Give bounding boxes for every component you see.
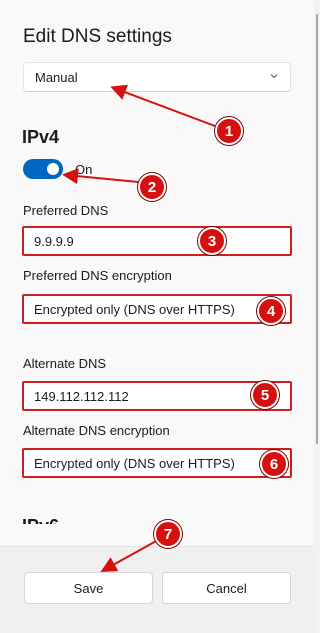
save-button[interactable]: Save bbox=[24, 572, 153, 604]
alternate-encryption-select[interactable]: Encrypted only (DNS over HTTPS) bbox=[22, 448, 292, 478]
annotation-badge-3: 3 bbox=[198, 227, 226, 255]
annotation-badge-6: 6 bbox=[260, 450, 288, 478]
ipv4-heading: IPv4 bbox=[22, 127, 60, 147]
dns-mode-value: Manual bbox=[35, 69, 78, 85]
annotation-badge-7: 7 bbox=[154, 520, 182, 548]
toggle-knob bbox=[47, 163, 59, 175]
cancel-button[interactable]: Cancel bbox=[162, 572, 291, 604]
dns-mode-select[interactable]: Manual bbox=[23, 62, 291, 92]
preferred-dns-input[interactable]: 9.9.9.9 bbox=[22, 226, 292, 256]
annotation-badge-1: 1 bbox=[215, 117, 243, 145]
ipv6-heading: IPv6 bbox=[22, 514, 59, 524]
dialog-title: Edit DNS settings bbox=[23, 26, 172, 47]
scrollbar[interactable] bbox=[314, 0, 320, 632]
annotation-badge-2: 2 bbox=[138, 173, 166, 201]
preferred-dns-label: Preferred DNS bbox=[23, 203, 109, 218]
alternate-encryption-label: Alternate DNS encryption bbox=[23, 423, 170, 438]
annotation-badge-5: 5 bbox=[251, 381, 279, 409]
ipv4-toggle-state: On bbox=[75, 162, 93, 177]
preferred-encryption-select[interactable]: Encrypted only (DNS over HTTPS) bbox=[22, 294, 292, 324]
annotation-badge-4: 4 bbox=[257, 297, 285, 325]
scrollbar-thumb[interactable] bbox=[316, 14, 318, 444]
chevron-down-icon bbox=[270, 74, 278, 79]
alternate-dns-label: Alternate DNS bbox=[23, 356, 107, 371]
ipv4-toggle[interactable] bbox=[23, 159, 63, 179]
preferred-encryption-label: Preferred DNS encryption bbox=[23, 268, 172, 283]
